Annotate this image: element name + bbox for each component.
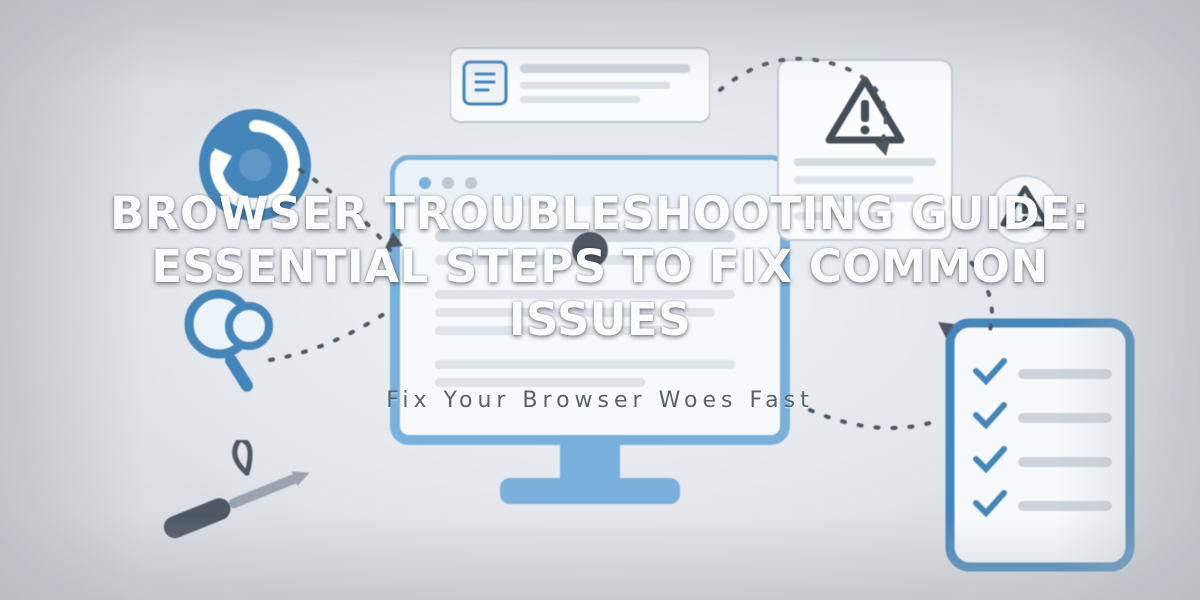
hero-text: BROWSER TROUBLESHOOTING GUIDE: ESSENTIAL… bbox=[0, 0, 1200, 600]
hero-subtitle: Fix Your Browser Woes Fast bbox=[386, 388, 813, 413]
hero-title: BROWSER TROUBLESHOOTING GUIDE: ESSENTIAL… bbox=[100, 187, 1100, 346]
